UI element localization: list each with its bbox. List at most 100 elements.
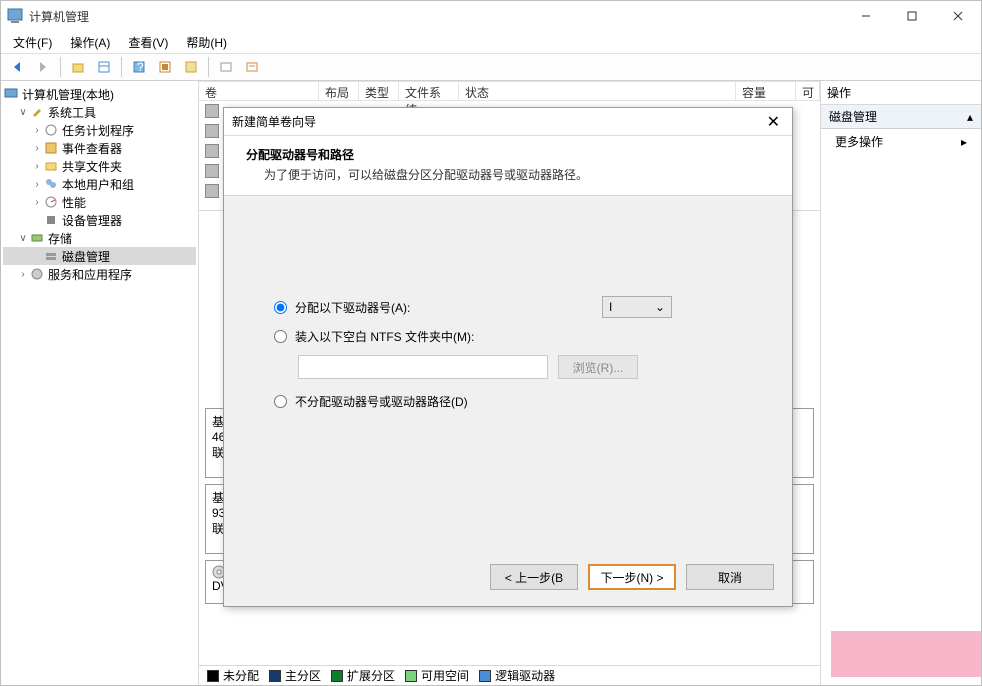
cancel-button[interactable]: 取消 bbox=[686, 564, 774, 590]
maximize-button[interactable] bbox=[889, 1, 935, 31]
legend-unallocated: 未分配 bbox=[207, 667, 259, 684]
tree-task-scheduler[interactable]: › 任务计划程序 bbox=[3, 121, 196, 139]
radio-no-assign[interactable] bbox=[274, 395, 287, 408]
close-button[interactable] bbox=[935, 1, 981, 31]
tree-event-viewer[interactable]: › 事件查看器 bbox=[3, 139, 196, 157]
col-capacity[interactable]: 容量 bbox=[736, 82, 796, 100]
volume-icon bbox=[205, 184, 219, 198]
folder-icon bbox=[43, 158, 59, 174]
volume-icon bbox=[205, 124, 219, 138]
option-no-assign[interactable]: 不分配驱动器号或驱动器路径(D) bbox=[274, 393, 762, 410]
pink-overlay bbox=[831, 631, 981, 677]
actions-more[interactable]: 更多操作 ▸ bbox=[821, 129, 981, 154]
tree-label: 性能 bbox=[62, 194, 86, 211]
dialog-footer: < 上一步(B 下一步(N) > 取消 bbox=[490, 564, 774, 590]
window-buttons bbox=[843, 1, 981, 31]
window-title: 计算机管理 bbox=[29, 8, 843, 25]
tree-label: 磁盘管理 bbox=[62, 248, 110, 265]
col-free[interactable]: 可 bbox=[796, 82, 820, 100]
forward-button[interactable] bbox=[31, 56, 55, 78]
dialog-subheading: 为了便于访问，可以给磁盘分区分配驱动器号或驱动器路径。 bbox=[246, 166, 770, 183]
users-icon bbox=[43, 176, 59, 192]
tree-label: 系统工具 bbox=[48, 104, 96, 121]
radio-mount-folder[interactable] bbox=[274, 330, 287, 343]
dialog-body: 分配以下驱动器号(A): I ⌄ 装入以下空白 NTFS 文件夹中(M): 浏览… bbox=[224, 196, 792, 440]
volume-icon bbox=[205, 164, 219, 178]
radio-assign-letter[interactable] bbox=[274, 301, 287, 314]
services-icon bbox=[29, 266, 45, 282]
expand-icon[interactable]: › bbox=[31, 125, 43, 136]
collapse-icon[interactable]: ∨ bbox=[17, 107, 29, 118]
tree-disk-management[interactable]: 磁盘管理 bbox=[3, 247, 196, 265]
next-button[interactable]: 下一步(N) > bbox=[588, 564, 676, 590]
menu-file[interactable]: 文件(F) bbox=[7, 32, 58, 53]
tree-performance[interactable]: › 性能 bbox=[3, 193, 196, 211]
dialog-title: 新建简单卷向导 bbox=[232, 113, 763, 130]
chevron-down-icon: ⌄ bbox=[655, 300, 665, 314]
menu-action[interactable]: 操作(A) bbox=[64, 32, 116, 53]
titlebar: 计算机管理 bbox=[1, 1, 981, 31]
computer-icon bbox=[3, 86, 19, 102]
col-layout[interactable]: 布局 bbox=[319, 82, 359, 100]
show-hide-button[interactable] bbox=[92, 56, 116, 78]
volume-icon bbox=[205, 144, 219, 158]
tree-services[interactable]: ›服务和应用程序 bbox=[3, 265, 196, 283]
option-assign-letter[interactable]: 分配以下驱动器号(A): I ⌄ bbox=[274, 296, 762, 318]
tree-device-manager[interactable]: 设备管理器 bbox=[3, 211, 196, 229]
properties-button[interactable] bbox=[240, 56, 264, 78]
col-fs[interactable]: 文件系统 bbox=[399, 82, 459, 100]
tree-systools[interactable]: ∨ 系统工具 bbox=[3, 103, 196, 121]
actions-section[interactable]: 磁盘管理 ▴ bbox=[821, 105, 981, 129]
blank bbox=[31, 215, 43, 226]
disk-icon bbox=[43, 248, 59, 264]
expand-icon[interactable]: › bbox=[17, 269, 29, 280]
storage-icon bbox=[29, 230, 45, 246]
expand-icon[interactable]: › bbox=[31, 179, 43, 190]
tree-root[interactable]: 计算机管理(本地) bbox=[3, 85, 196, 103]
wrench-icon bbox=[29, 104, 45, 120]
perf-icon bbox=[43, 194, 59, 210]
minimize-button[interactable] bbox=[843, 1, 889, 31]
menubar: 文件(F) 操作(A) 查看(V) 帮助(H) bbox=[1, 31, 981, 53]
toolbar-sep bbox=[60, 57, 61, 77]
mount-path-row: 浏览(R)... bbox=[274, 355, 762, 379]
expand-icon[interactable]: › bbox=[31, 197, 43, 208]
tree-root-label: 计算机管理(本地) bbox=[22, 86, 114, 103]
menu-help[interactable]: 帮助(H) bbox=[180, 32, 233, 53]
col-volume[interactable]: 卷 bbox=[199, 82, 319, 100]
legend-logical: 逻辑驱动器 bbox=[479, 667, 555, 684]
settings-button[interactable] bbox=[153, 56, 177, 78]
actions-header: 操作 bbox=[821, 81, 981, 105]
toolbar: ? bbox=[1, 53, 981, 81]
drive-letter-select[interactable]: I ⌄ bbox=[602, 296, 672, 318]
back-button[interactable] bbox=[5, 56, 29, 78]
refresh-button[interactable] bbox=[214, 56, 238, 78]
tree-shared-folders[interactable]: ›共享文件夹 bbox=[3, 157, 196, 175]
up-button[interactable] bbox=[66, 56, 90, 78]
col-type[interactable]: 类型 bbox=[359, 82, 399, 100]
expand-icon[interactable]: › bbox=[31, 143, 43, 154]
tree-label: 任务计划程序 bbox=[62, 122, 134, 139]
help-button[interactable]: ? bbox=[127, 56, 151, 78]
tree-label: 事件查看器 bbox=[62, 140, 122, 157]
option-label: 分配以下驱动器号(A): bbox=[295, 299, 410, 316]
arrow-right-icon: ▸ bbox=[961, 135, 967, 149]
expand-icon[interactable]: › bbox=[31, 161, 43, 172]
actions-pane: 操作 磁盘管理 ▴ 更多操作 ▸ bbox=[821, 81, 981, 685]
app-icon bbox=[7, 8, 23, 24]
view-button[interactable] bbox=[179, 56, 203, 78]
tree-storage[interactable]: ∨存储 bbox=[3, 229, 196, 247]
dialog-close-button[interactable]: ✕ bbox=[763, 112, 784, 132]
back-button[interactable]: < 上一步(B bbox=[490, 564, 578, 590]
menu-view[interactable]: 查看(V) bbox=[122, 32, 174, 53]
collapse-icon[interactable]: ∨ bbox=[17, 233, 29, 244]
volume-list-header: 卷 布局 类型 文件系统 状态 容量 可 bbox=[199, 81, 820, 101]
mount-path-input bbox=[298, 355, 548, 379]
device-icon bbox=[43, 212, 59, 228]
col-status[interactable]: 状态 bbox=[459, 82, 736, 100]
tree-label: 设备管理器 bbox=[62, 212, 122, 229]
option-mount-folder[interactable]: 装入以下空白 NTFS 文件夹中(M): bbox=[274, 328, 762, 345]
tree-pane: 计算机管理(本地) ∨ 系统工具 › 任务计划程序 › 事件查看器 ›共享文件夹 ›… bbox=[1, 81, 199, 685]
legend: 未分配 主分区 扩展分区 可用空间 逻辑驱动器 bbox=[199, 665, 820, 685]
tree-local-users[interactable]: ›本地用户和组 bbox=[3, 175, 196, 193]
